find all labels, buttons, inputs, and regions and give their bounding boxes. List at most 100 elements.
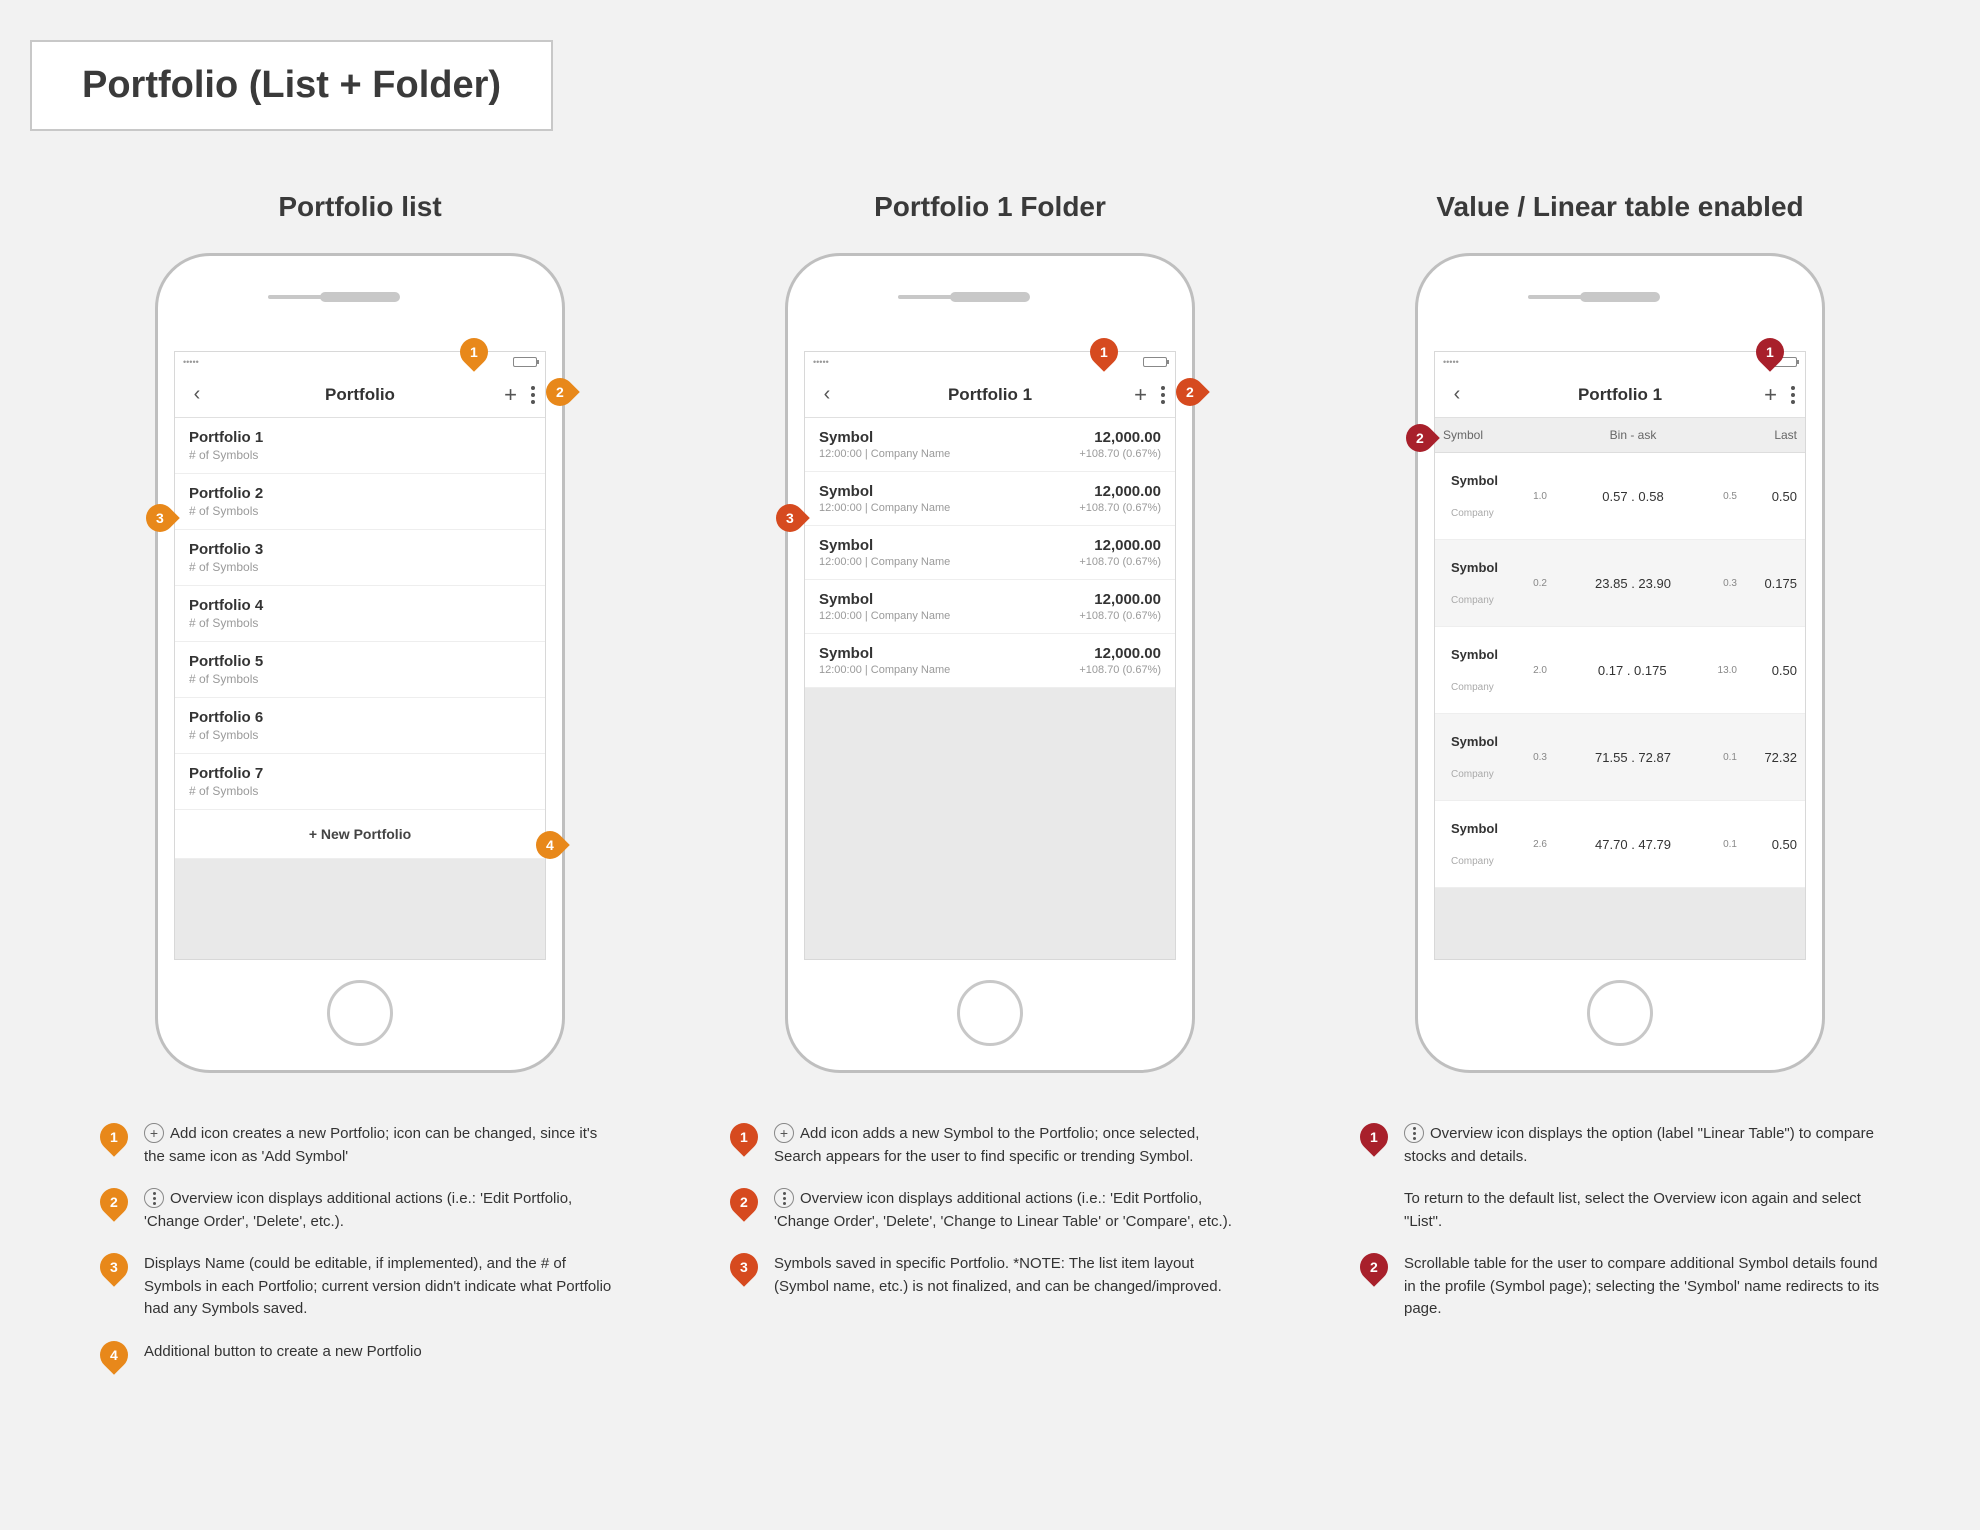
- col-a: 0.3: [1523, 742, 1555, 773]
- symbol-name[interactable]: Symbol: [1443, 550, 1515, 585]
- col-b: 0.1: [1711, 742, 1745, 773]
- legend-item: 1+Add icon creates a new Portfolio; icon…: [100, 1123, 620, 1168]
- list-item[interactable]: Portfolio 3 # of Symbols: [175, 530, 545, 586]
- col-title: Value / Linear table enabled: [1340, 191, 1900, 223]
- phone-mockup: 1 2 3 ••••• ‹ Portfolio 1 + Symbol 12:00…: [785, 253, 1195, 1073]
- list-item[interactable]: Portfolio 1 # of Symbols: [175, 418, 545, 474]
- more-icon[interactable]: [1161, 386, 1165, 404]
- nav-title: Portfolio: [175, 385, 545, 405]
- portfolio-sub: # of Symbols: [189, 560, 531, 574]
- legend-marker: 2: [724, 1182, 764, 1222]
- col-b: 13.0: [1710, 655, 1745, 686]
- battery-icon: [513, 357, 537, 367]
- company-name: Company: [1443, 672, 1515, 703]
- col-last: 0.175: [1745, 566, 1805, 601]
- symbol-value: 12,000.00: [1079, 537, 1161, 554]
- symbol-sub: 12:00:00 | Company Name: [819, 502, 950, 514]
- symbol-change: +108.70 (0.67%): [1079, 610, 1161, 622]
- new-portfolio-button[interactable]: + New Portfolio: [175, 810, 545, 859]
- col-binask: 0.57 . 0.58: [1555, 479, 1711, 514]
- list-item[interactable]: Symbol 12:00:00 | Company Name 12,000.00…: [805, 634, 1175, 688]
- screen: ••••• ‹ Portfolio 1 + Symbol Bin - ask L…: [1434, 351, 1806, 960]
- col-last: 0.50: [1745, 479, 1805, 514]
- legend-item: 2Overview icon displays additional actio…: [100, 1188, 620, 1233]
- col-b: 0.3: [1711, 568, 1745, 599]
- col-b: 0.5: [1711, 481, 1745, 512]
- legend-text: To return to the default list, select th…: [1404, 1188, 1880, 1233]
- legend-item: 2Scrollable table for the user to compar…: [1360, 1253, 1880, 1321]
- empty-area: [1435, 888, 1805, 959]
- col-a: 0.2: [1523, 568, 1555, 599]
- back-button[interactable]: ‹: [1445, 383, 1469, 406]
- linear-table-body[interactable]: SymbolCompany 1.0 0.57 . 0.58 0.5 0.50Sy…: [1435, 453, 1805, 888]
- col-a: 1.0: [1523, 481, 1555, 512]
- legend-text: Additional button to create a new Portfo…: [144, 1341, 620, 1364]
- portfolio-sub: # of Symbols: [189, 672, 531, 686]
- plus-icon[interactable]: +: [1764, 384, 1777, 406]
- list-item[interactable]: Portfolio 7 # of Symbols: [175, 754, 545, 810]
- col-title: Portfolio list: [80, 191, 640, 223]
- col-a: 2.6: [1523, 829, 1555, 860]
- symbol-name[interactable]: Symbol: [1443, 463, 1515, 498]
- list-item[interactable]: Portfolio 4 # of Symbols: [175, 586, 545, 642]
- portfolio-sub: # of Symbols: [189, 448, 531, 462]
- more-icon[interactable]: [531, 386, 535, 404]
- col-a: 2.0: [1523, 655, 1555, 686]
- symbol-sub: 12:00:00 | Company Name: [819, 448, 950, 460]
- col-binask: 23.85 . 23.90: [1555, 566, 1711, 601]
- legend-text: Displays Name (could be editable, if imp…: [144, 1253, 620, 1321]
- list-item[interactable]: Portfolio 6 # of Symbols: [175, 698, 545, 754]
- plus-icon[interactable]: +: [1134, 384, 1147, 406]
- back-button[interactable]: ‹: [185, 383, 209, 406]
- legend-marker-blank: [1354, 1182, 1394, 1222]
- legend-text: Symbols saved in specific Portfolio. *NO…: [774, 1253, 1250, 1298]
- legend-marker: 1: [94, 1117, 134, 1157]
- legend-text: +Add icon creates a new Portfolio; icon …: [144, 1123, 620, 1168]
- table-row[interactable]: SymbolCompany 0.2 23.85 . 23.90 0.3 0.17…: [1435, 540, 1805, 627]
- legend-item: 2Overview icon displays additional actio…: [730, 1188, 1250, 1233]
- list-item[interactable]: Portfolio 2 # of Symbols: [175, 474, 545, 530]
- symbol-name[interactable]: Symbol: [1443, 637, 1515, 672]
- portfolio-sub: # of Symbols: [189, 728, 531, 742]
- col-title: Portfolio 1 Folder: [710, 191, 1270, 223]
- portfolio-name: Portfolio 7: [189, 765, 531, 782]
- callout-marker-2: 2: [1170, 372, 1210, 412]
- list-item[interactable]: Symbol 12:00:00 | Company Name 12,000.00…: [805, 472, 1175, 526]
- symbol-name[interactable]: Symbol: [1443, 811, 1515, 846]
- symbol-list: Symbol 12:00:00 | Company Name 12,000.00…: [805, 418, 1175, 959]
- nav-title: Portfolio 1: [805, 385, 1175, 405]
- table-row[interactable]: SymbolCompany 2.0 0.17 . 0.175 13.0 0.50: [1435, 627, 1805, 714]
- plus-icon[interactable]: +: [504, 384, 517, 406]
- table-header: Symbol Bin - ask Last: [1435, 418, 1805, 453]
- phone-mockup: 1 2 3 4 ••••• ‹ Portfolio + Portfolio 1 …: [155, 253, 565, 1073]
- more-icon[interactable]: [1791, 386, 1795, 404]
- portfolio-name: Portfolio 4: [189, 597, 531, 614]
- plus-icon: +: [144, 1123, 164, 1143]
- legend: 1+Add icon creates a new Portfolio; icon…: [80, 1123, 640, 1369]
- portfolio-name: Portfolio 6: [189, 709, 531, 726]
- screen: ••••• ‹ Portfolio 1 + Symbol 12:00:00 | …: [804, 351, 1176, 960]
- col-portfolio-list: Portfolio list 1 2 3 4 ••••• ‹ Portfolio…: [80, 191, 640, 1389]
- back-button[interactable]: ‹: [815, 383, 839, 406]
- col-binask: 0.17 . 0.175: [1555, 653, 1710, 688]
- symbol-value: 12,000.00: [1079, 483, 1161, 500]
- legend-item: 1Overview icon displays the option (labe…: [1360, 1123, 1880, 1168]
- symbol-change: +108.70 (0.67%): [1079, 448, 1161, 460]
- portfolio-sub: # of Symbols: [189, 784, 531, 798]
- symbol-value: 12,000.00: [1079, 645, 1161, 662]
- status-bar: •••••: [1435, 352, 1805, 372]
- col-last: 0.50: [1745, 653, 1805, 688]
- symbol-value: 12,000.00: [1079, 591, 1161, 608]
- legend-text: Scrollable table for the user to compare…: [1404, 1253, 1880, 1321]
- list-item[interactable]: Symbol 12:00:00 | Company Name 12,000.00…: [805, 580, 1175, 634]
- symbol-name[interactable]: Symbol: [1443, 724, 1515, 759]
- list-item[interactable]: Symbol 12:00:00 | Company Name 12,000.00…: [805, 418, 1175, 472]
- table-row[interactable]: SymbolCompany 2.6 47.70 . 47.79 0.1 0.50: [1435, 801, 1805, 888]
- legend-text: Overview icon displays additional action…: [774, 1188, 1250, 1233]
- list-item[interactable]: Portfolio 5 # of Symbols: [175, 642, 545, 698]
- symbol-name: Symbol: [819, 537, 950, 554]
- list-item[interactable]: Symbol 12:00:00 | Company Name 12,000.00…: [805, 526, 1175, 580]
- legend-text: Overview icon displays the option (label…: [1404, 1123, 1880, 1168]
- table-row[interactable]: SymbolCompany 1.0 0.57 . 0.58 0.5 0.50: [1435, 453, 1805, 540]
- table-row[interactable]: SymbolCompany 0.3 71.55 . 72.87 0.1 72.3…: [1435, 714, 1805, 801]
